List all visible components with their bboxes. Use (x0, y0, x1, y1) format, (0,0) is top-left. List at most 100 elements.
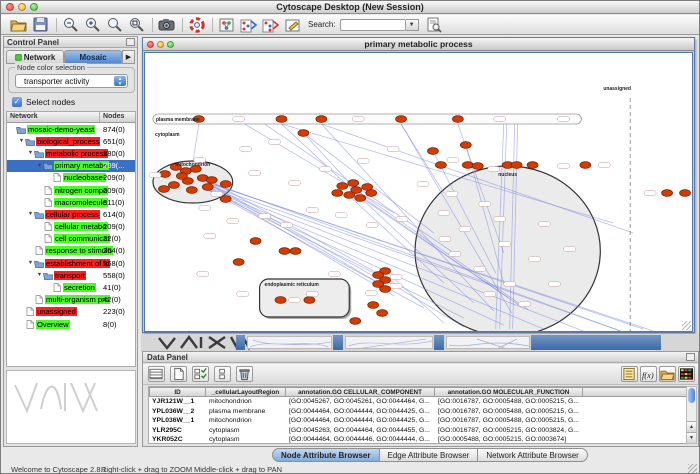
expander-triangle-icon[interactable]: ▼ (27, 260, 34, 266)
open-folder-icon[interactable] (10, 17, 28, 33)
node[interactable] (377, 310, 388, 317)
import-attributes-icon[interactable] (659, 366, 676, 382)
node[interactable] (348, 180, 359, 187)
view-minimize-button[interactable] (157, 41, 164, 48)
node[interactable] (233, 259, 244, 266)
tree-row-macromolecule[interactable]: macromolecule311(0) (7, 196, 135, 208)
region-plasma-membrane[interactable] (153, 114, 581, 124)
tree-row-multi-organism-pro[interactable]: multi-organism pro42(0) (7, 294, 135, 306)
node[interactable] (344, 192, 355, 199)
zoom-window-button[interactable] (30, 3, 38, 11)
node[interactable] (580, 162, 591, 169)
node[interactable] (206, 177, 217, 184)
new-attribute-icon[interactable] (170, 366, 187, 382)
node[interactable] (462, 162, 473, 169)
column-network[interactable]: Network (7, 112, 100, 122)
node[interactable] (435, 162, 446, 169)
tree-row-nucleobase-[interactable]: nucleobase-209(0) (7, 172, 135, 184)
tree-row-biological-process[interactable]: ▼biological_process651(0) (7, 135, 135, 147)
tab-mosaic[interactable]: Mosaic (64, 50, 122, 64)
zoom-out-icon[interactable] (62, 17, 80, 33)
column-header[interactable]: ID (149, 387, 206, 397)
unselect-attributes-icon[interactable] (214, 366, 231, 382)
table-row[interactable]: YPL036W__2plasma membrane[GO:0044464, GO… (149, 407, 687, 417)
node[interactable] (316, 116, 327, 123)
column-header[interactable]: _cellularLayoutRegion (206, 387, 286, 397)
node[interactable] (460, 142, 471, 149)
node[interactable] (452, 116, 463, 123)
node[interactable] (304, 297, 315, 304)
advanced-search-icon[interactable] (425, 17, 443, 33)
zoom-fit-icon[interactable] (106, 17, 124, 33)
tree-row-response-to-stimulu[interactable]: response to stimulu264(0) (7, 245, 135, 257)
node[interactable] (159, 171, 170, 178)
search-dropdown-arrow-icon[interactable]: ▼ (406, 19, 419, 31)
import-network-icon[interactable] (240, 17, 258, 33)
node[interactable] (168, 182, 179, 189)
scroll-up-button[interactable]: ▲ (687, 421, 696, 432)
delete-attribute-icon[interactable] (236, 366, 253, 382)
node-color-dropdown[interactable]: transporter activity ▲▼ (15, 74, 128, 88)
node[interactable] (355, 195, 366, 202)
select-attributes-icon[interactable] (192, 366, 209, 382)
formula-builder-icon[interactable]: f(x) (640, 366, 657, 382)
expander-triangle-icon[interactable]: ▼ (36, 272, 43, 278)
network-view-titlebar[interactable]: primary metabolic process (143, 38, 694, 51)
tree-row-establishment-of-lo[interactable]: ▼establishment of lo558(0) (7, 257, 135, 269)
tree-row-cellular-metabo[interactable]: cellular metabo209(0) (7, 221, 135, 233)
table-row[interactable]: YKR052Ccytoplasm[GO:0044464, GO:0044446,… (149, 435, 687, 444)
node[interactable] (158, 186, 169, 193)
edge[interactable] (193, 124, 199, 163)
node[interactable] (298, 130, 309, 137)
column-header[interactable]: annotation.GO MOLECULAR_FUNCTION (435, 387, 583, 397)
node[interactable] (396, 116, 407, 123)
scrollbar-thumb[interactable] (688, 388, 695, 403)
column-header[interactable]: annotation.GO CELLULAR_COMPONENT (286, 387, 435, 397)
tree-row-cell-communicat[interactable]: cell communicat22(0) (7, 233, 135, 245)
tree-row-cellular-process[interactable]: ▼cellular process614(0) (7, 208, 135, 220)
attribute-table-icon[interactable] (148, 366, 165, 382)
tree-row-unassigned[interactable]: unassigned223(0) (7, 306, 135, 318)
heatmap-icon[interactable] (678, 366, 695, 382)
node[interactable] (368, 302, 379, 309)
node[interactable] (202, 184, 213, 191)
view-zoom-button[interactable] (167, 41, 174, 48)
data-panel-float-icon[interactable] (686, 353, 695, 361)
node[interactable] (276, 116, 287, 123)
node[interactable] (527, 162, 538, 169)
float-panel-icon[interactable] (126, 38, 135, 46)
table-row[interactable]: YJR121W__1mitochondrion[GO:0045267, GO:0… (149, 397, 687, 407)
column-header-filler[interactable] (583, 387, 687, 397)
save-icon[interactable] (32, 17, 50, 33)
node[interactable] (337, 183, 348, 190)
node[interactable] (220, 181, 231, 188)
annotation-icon[interactable] (284, 17, 302, 33)
node[interactable] (220, 196, 231, 203)
tree-row-primary-metabo[interactable]: ▼primary metabo209(... (7, 160, 135, 172)
close-button[interactable] (6, 3, 14, 11)
network-canvas[interactable]: plasma membranecytoplasmmitochondrionnuc… (144, 52, 693, 332)
canvas-resize-grip[interactable] (682, 321, 691, 330)
node[interactable] (472, 163, 483, 170)
edge[interactable] (303, 133, 434, 233)
tab-network[interactable]: Network (6, 50, 64, 64)
modify-network-icon[interactable] (262, 17, 280, 33)
node[interactable] (366, 190, 377, 197)
tab-edge-attribute-browser[interactable]: Edge Attribute Browser (380, 448, 479, 462)
zoom-selected-icon[interactable] (128, 17, 146, 33)
scroll-down-button[interactable]: ▼ (687, 432, 696, 443)
node[interactable] (250, 238, 261, 245)
tree-row-metabolic-process[interactable]: ▼metabolic process280(0) (7, 147, 135, 159)
node[interactable] (427, 148, 438, 155)
tree-row-nitrogen-compo[interactable]: nitrogen compo209(0) (7, 184, 135, 196)
tree-row-transport[interactable]: ▼transport558(0) (7, 269, 135, 281)
node[interactable] (176, 173, 187, 180)
tree-row-overview[interactable]: Overview8(0) (7, 318, 135, 330)
node[interactable] (373, 272, 384, 279)
node[interactable] (186, 187, 197, 194)
node[interactable] (662, 190, 673, 197)
tree-row-mosaic-demo-yeast[interactable]: mosaic-demo-yeast874(0) (7, 123, 135, 135)
expander-triangle-icon[interactable]: ▼ (18, 138, 25, 144)
vizmapper-icon[interactable] (218, 17, 236, 33)
select-nodes-checkbox[interactable]: ✓ (12, 97, 22, 107)
